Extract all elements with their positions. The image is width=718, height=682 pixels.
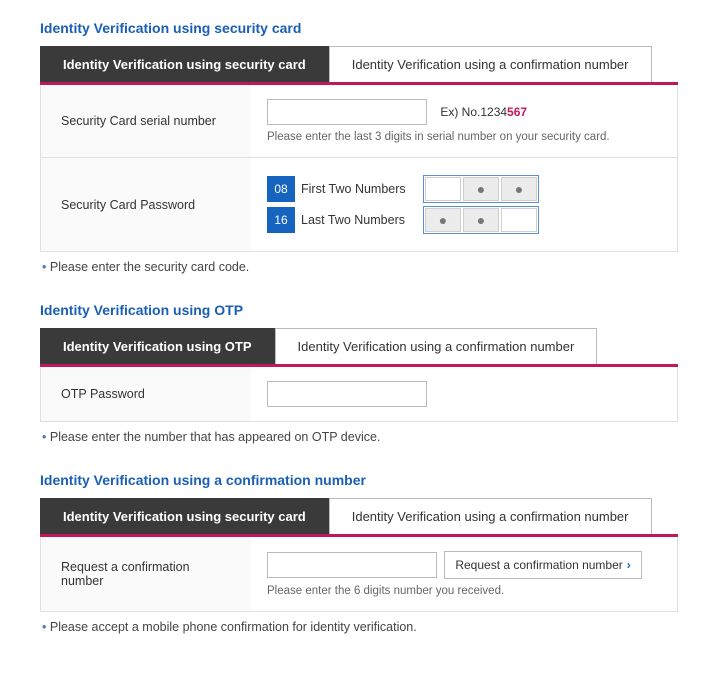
pw-mask-cell: ● <box>463 208 499 232</box>
tab-confirmation-number[interactable]: Identity Verification using a confirmati… <box>329 46 652 82</box>
row-body <box>251 367 677 421</box>
request-confirmation-button[interactable]: Request a confirmation number › <box>444 551 641 579</box>
section-otp: Identity Verification using OTP Identity… <box>40 302 678 444</box>
confirmation-hint: Please enter the 6 digits number you rec… <box>267 585 661 597</box>
row-body: Request a confirmation number › Please e… <box>251 537 677 611</box>
row-otp-password: OTP Password <box>40 367 678 422</box>
section-note: Please accept a mobile phone confirmatio… <box>40 620 678 634</box>
row-serial-number: Security Card serial number Ex) No.12345… <box>40 85 678 158</box>
section-title: Identity Verification using a confirmati… <box>40 472 678 488</box>
row-label: Security Card Password <box>41 158 251 251</box>
tab-security-card[interactable]: Identity Verification using security car… <box>40 498 329 534</box>
pw-mask-cell: ● <box>425 208 461 232</box>
serial-hint: Please enter the last 3 digits in serial… <box>267 131 661 143</box>
pw-mask-cell: ● <box>501 177 537 201</box>
row-card-password: Security Card Password 08 First Two Numb… <box>40 158 678 252</box>
row-label: Security Card serial number <box>41 85 251 157</box>
tab-confirmation-number[interactable]: Identity Verification using a confirmati… <box>329 498 652 534</box>
pw-mask-cell: ● <box>463 177 499 201</box>
row-label: Request a confirmation number <box>41 537 251 611</box>
section-confirmation-number: Identity Verification using a confirmati… <box>40 472 678 634</box>
row-body: Ex) No.1234567 Please enter the last 3 d… <box>251 85 677 157</box>
tab-security-card[interactable]: Identity Verification using security car… <box>40 46 329 82</box>
otp-password-input[interactable] <box>267 381 427 407</box>
chevron-right-icon: › <box>627 558 631 572</box>
example-suffix: 567 <box>507 105 527 119</box>
tab-otp[interactable]: Identity Verification using OTP <box>40 328 275 364</box>
pw-line-last: 16 Last Two Numbers ● ● <box>267 206 661 234</box>
section-title: Identity Verification using OTP <box>40 302 678 318</box>
pw-line-first: 08 First Two Numbers ● ● <box>267 175 661 203</box>
pw-input-cell[interactable] <box>425 177 461 201</box>
row-body: 08 First Two Numbers ● ● 16 Last Two Num… <box>251 158 677 251</box>
tabs: Identity Verification using security car… <box>40 46 678 85</box>
confirmation-number-input[interactable] <box>267 552 437 578</box>
section-title: Identity Verification using security car… <box>40 20 678 36</box>
serial-example: Ex) No.1234567 <box>440 105 527 119</box>
pw-desc: First Two Numbers <box>301 182 423 196</box>
section-note: Please enter the number that has appeare… <box>40 430 678 444</box>
example-prefix: Ex) No.1234 <box>440 105 507 119</box>
section-security-card: Identity Verification using security car… <box>40 20 678 274</box>
pw-input-cell[interactable] <box>501 208 537 232</box>
button-label: Request a confirmation number <box>455 558 622 572</box>
tabs: Identity Verification using OTP Identity… <box>40 328 678 367</box>
pw-badge: 08 <box>267 176 295 202</box>
pw-badge: 16 <box>267 207 295 233</box>
pw-cells-last: ● ● <box>423 206 539 234</box>
pw-desc: Last Two Numbers <box>301 213 423 227</box>
tabs: Identity Verification using security car… <box>40 498 678 537</box>
row-label: OTP Password <box>41 367 251 421</box>
row-request-confirmation: Request a confirmation number Request a … <box>40 537 678 612</box>
tab-confirmation-number[interactable]: Identity Verification using a confirmati… <box>275 328 598 364</box>
pw-cells-first: ● ● <box>423 175 539 203</box>
section-note: Please enter the security card code. <box>40 260 678 274</box>
serial-number-input[interactable] <box>267 99 427 125</box>
